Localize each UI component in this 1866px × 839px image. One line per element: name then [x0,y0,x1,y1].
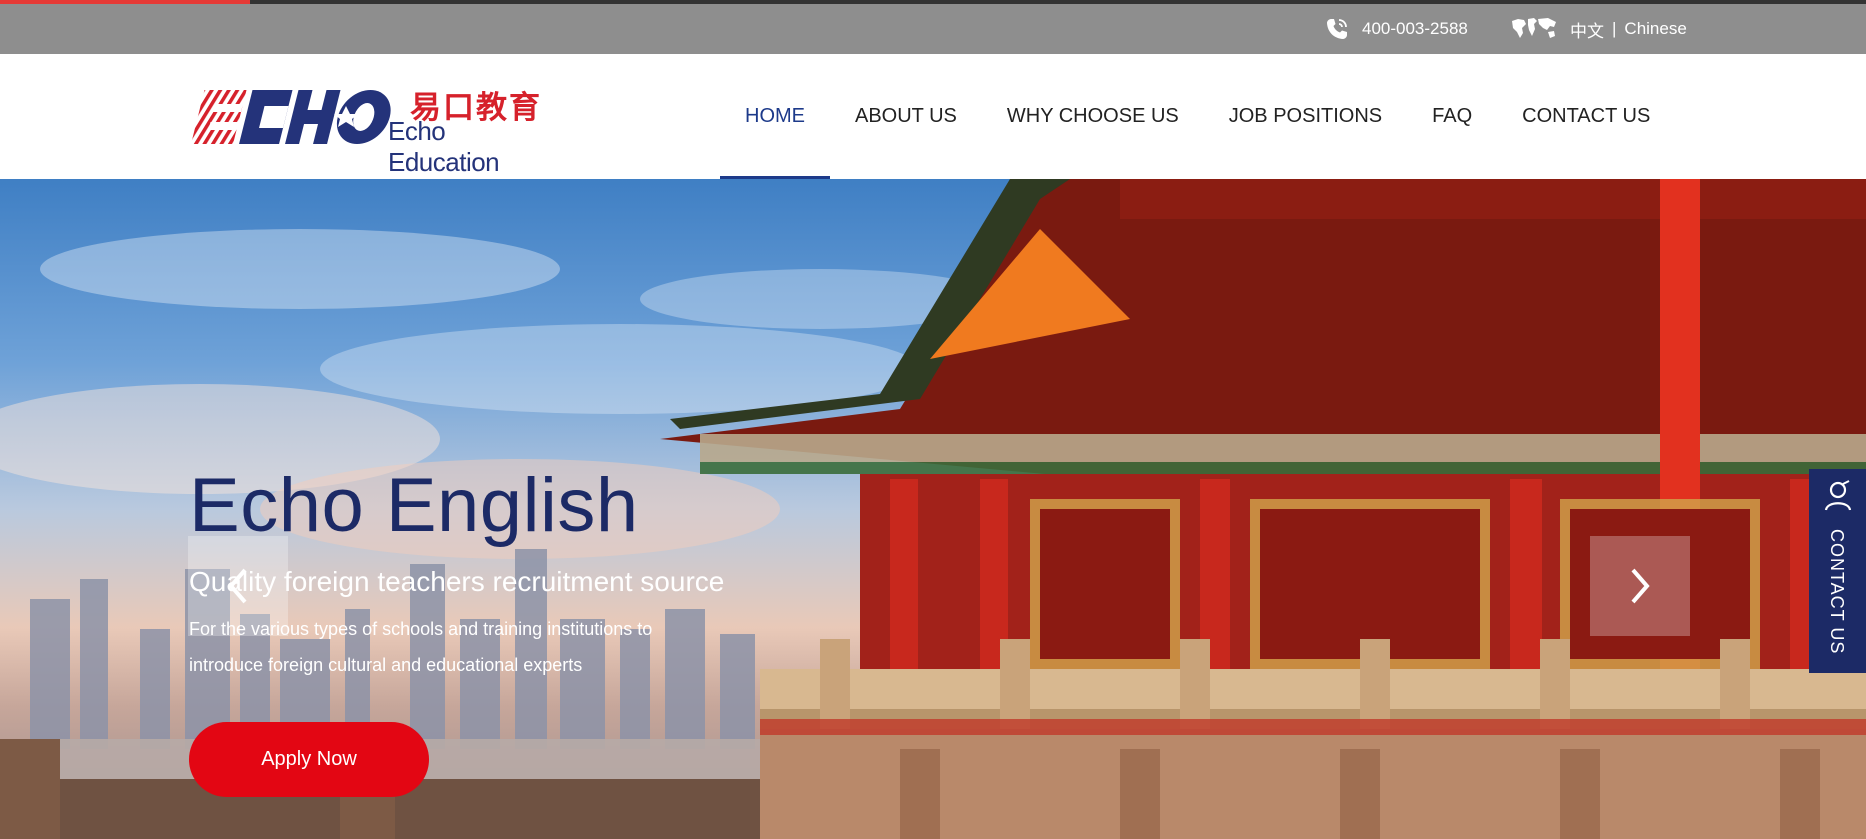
lang-chinese-link[interactable]: 中文 [1570,17,1604,42]
nav-home[interactable]: HOME [720,54,830,179]
language-switcher: 中文 | Chinese [1510,16,1687,42]
nav-about-us[interactable]: ABOUT US [830,54,982,179]
hero-banner: Echo English Quality foreign teachers re… [0,179,1866,839]
chevron-right-icon [1631,568,1650,604]
phone-contact[interactable]: 400-003-2588 [1324,16,1468,42]
chevron-left-icon [228,568,247,604]
person-icon [1824,480,1852,511]
site-logo[interactable]: 易口教育 Echo Education [188,84,558,177]
hero-description-line-2: introduce foreign cultural and education… [189,655,583,675]
nav-faq[interactable]: FAQ [1407,54,1497,179]
nav-contact-us[interactable]: CONTACT US [1497,54,1675,179]
main-nav: HOME ABOUT US WHY CHOOSE US JOB POSITION… [720,54,1675,179]
world-map-icon [1512,18,1556,38]
phone-icon [1327,19,1347,39]
echo-logo-mark [191,90,391,144]
slider-next-button[interactable] [1590,536,1690,636]
utility-bar: 400-003-2588 中文 | Chinese [0,4,1866,54]
side-contact-label: CONTACT US [1827,529,1847,655]
nav-job-positions[interactable]: JOB POSITIONS [1204,54,1407,179]
slider-prev-button[interactable] [188,536,288,636]
logo-english-text: Echo Education [388,116,500,177]
phone-number: 400-003-2588 [1362,19,1468,38]
lang-english-link[interactable]: Chinese [1624,19,1686,39]
nav-why-choose-us[interactable]: WHY CHOOSE US [982,54,1204,179]
lang-separator: | [1612,19,1617,38]
site-header: 易口教育 Echo Education HOME ABOUT US WHY CH… [0,54,1866,179]
side-contact-tab[interactable]: CONTACT US [1809,469,1866,673]
apply-now-button[interactable]: Apply Now [189,722,429,797]
